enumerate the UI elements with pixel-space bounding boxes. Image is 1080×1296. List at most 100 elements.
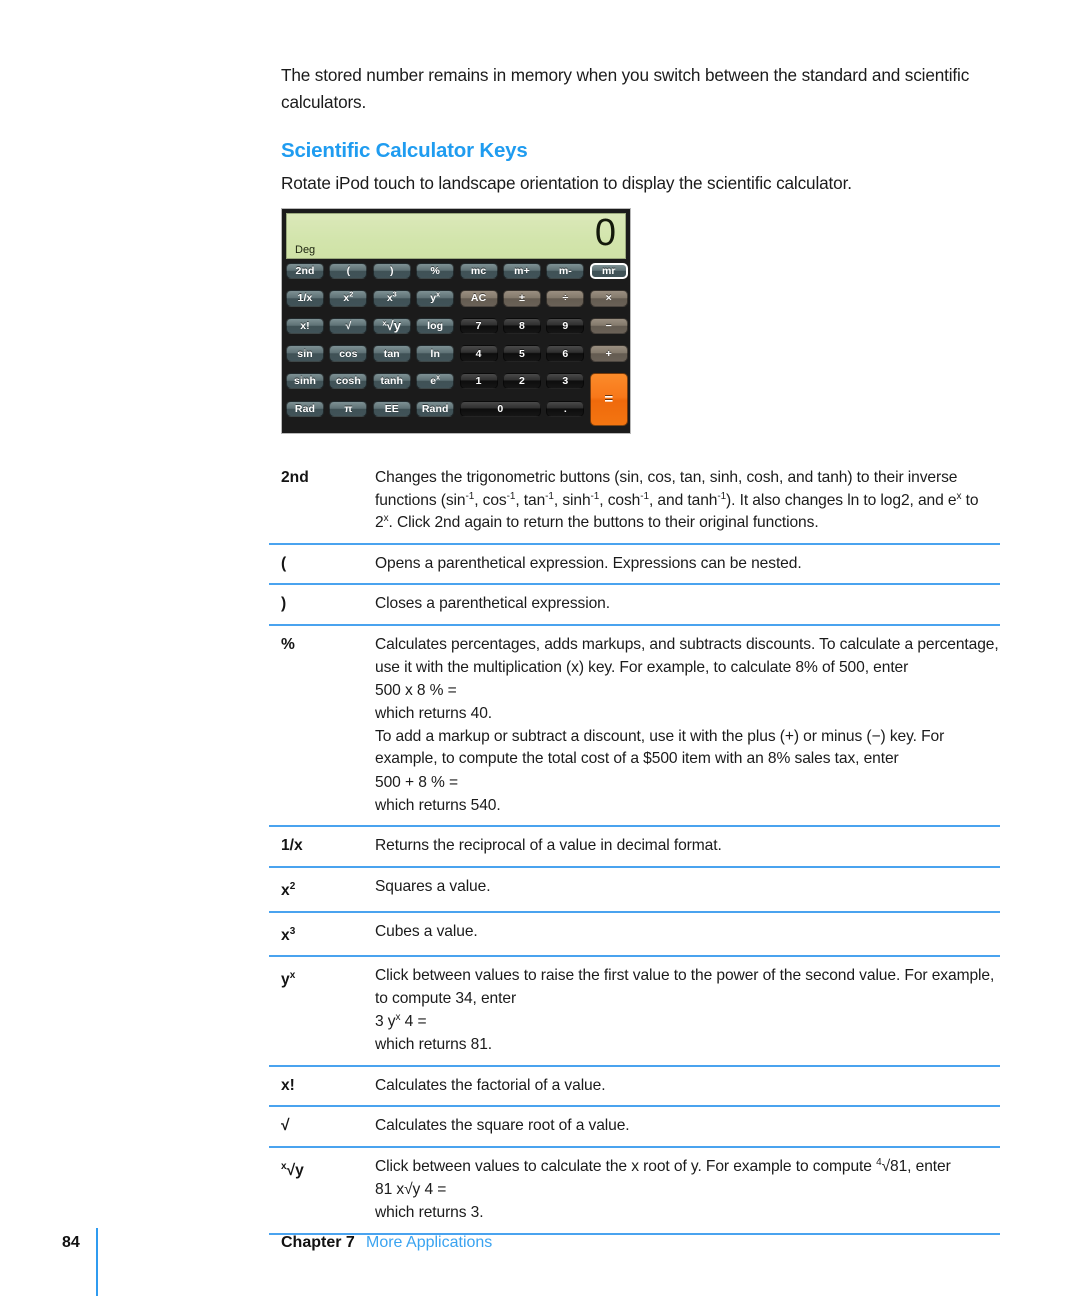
key-description-cell: Returns the reciprocal of a value in dec…: [375, 835, 1000, 858]
key-description-cell: Cubes a value.: [375, 921, 1000, 948]
scientific-calculator-figure: Deg 0 2nd ()% mc m+ m-mr 1/x x2 x3 yx AC ± ÷ × x! √ x√y…: [281, 208, 631, 434]
description-paragraph: Changes the trigonometric buttons (sin, …: [375, 469, 979, 532]
calc-key-[interactable]: .: [546, 400, 585, 417]
description-paragraph: which returns 540.: [375, 796, 501, 814]
key-label-cell: ): [281, 595, 287, 613]
table-row: (Opens a parenthetical expression. Expre…: [269, 542, 1000, 584]
calc-key-mc[interactable]: mc: [459, 262, 498, 279]
calc-key-log[interactable]: log: [416, 317, 455, 335]
calc-key-ex[interactable]: ex: [416, 372, 455, 390]
intro-paragraph: The stored number remains in memory when…: [281, 65, 970, 112]
calc-key-0[interactable]: 0: [459, 400, 541, 417]
calculator-display: Deg 0: [286, 213, 626, 259]
table-row: x√y Click between values to calculate the…: [269, 1145, 1000, 1235]
key-description-cell: Calculates percentages, adds markups, an…: [375, 634, 1000, 817]
calc-key-9[interactable]: 9: [546, 317, 585, 335]
key-label-cell: x3: [281, 925, 296, 944]
key-description-cell: Closes a parenthetical expression.: [375, 593, 1000, 616]
key-label-cell: 1/x: [281, 837, 303, 855]
document-page: The stored number remains in memory when…: [0, 0, 1080, 1296]
description-paragraph: 500 x 8 % =: [375, 681, 457, 699]
calc-key-Rand[interactable]: Rand: [416, 400, 455, 417]
table-row: 2nd Changes the trigonometric buttons (si…: [269, 459, 1000, 543]
calc-key-Rad[interactable]: Rad: [286, 400, 324, 417]
angle-mode-label: Deg: [295, 244, 316, 256]
calc-key-x[interactable]: x!: [286, 317, 324, 335]
calculator-keypad: 2nd ()% mc m+ m-mr 1/x x2 x3 yx AC ± ÷ × x! √ x√y log 7 8 9…: [286, 262, 628, 429]
calc-key-7[interactable]: 7: [459, 317, 498, 335]
calc-key-8[interactable]: 8: [503, 317, 541, 335]
calc-key-1x[interactable]: 1/x: [286, 290, 324, 307]
key-description-cell: Opens a parenthetical expression. Expres…: [375, 553, 1000, 576]
calc-key-[interactable]: ÷: [546, 290, 585, 307]
key-description-cell: Calculates the factorial of a value.: [375, 1075, 1000, 1098]
calc-key-4[interactable]: 4: [459, 345, 498, 362]
calc-key-3[interactable]: 3: [546, 372, 585, 390]
calc-key-[interactable]: =: [589, 372, 628, 427]
calc-key-tan[interactable]: tan: [372, 345, 411, 362]
calc-key-xy[interactable]: x√y: [372, 317, 411, 335]
calc-key-6[interactable]: 6: [546, 345, 585, 362]
calc-key-m[interactable]: m+: [503, 262, 541, 279]
page-title: Scientific Calculator Keys: [281, 139, 528, 162]
key-label-cell: x√y: [281, 1160, 304, 1179]
key-description-cell: Click between values to calculate the x …: [375, 1156, 1000, 1225]
chapter-title-link[interactable]: More Applications: [366, 1234, 492, 1252]
calc-key-1[interactable]: 1: [459, 372, 498, 390]
calc-key-[interactable]: √: [329, 317, 368, 335]
description-paragraph: Calculates percentages, adds markups, an…: [375, 635, 999, 676]
key-label-cell: x2: [281, 880, 296, 899]
description-paragraph: Calculates the square root of a value.: [375, 1117, 630, 1135]
description-paragraph: which returns 3.: [375, 1203, 484, 1221]
description-paragraph: which returns 40.: [375, 704, 493, 722]
calc-key-cos[interactable]: cos: [329, 345, 368, 362]
calc-key-[interactable]: π: [329, 400, 368, 417]
description-paragraph: 3 yx 4 =: [375, 1011, 427, 1030]
description-paragraph: 500 + 8 % =: [375, 773, 458, 791]
page-number: 84: [62, 1234, 80, 1251]
calc-key-[interactable]: ): [372, 262, 411, 279]
table-row: yx Click between values to raise the firs…: [269, 955, 1000, 1064]
key-label-cell: 2nd: [281, 469, 309, 486]
description-paragraph: Closes a parenthetical expression.: [375, 595, 610, 613]
description-paragraph: 81 x√y 4 =: [375, 1180, 447, 1198]
description-paragraph: Click between values to calculate the x …: [375, 1156, 951, 1175]
calc-key-ln[interactable]: ln: [416, 345, 455, 362]
calc-key-[interactable]: (: [329, 262, 368, 279]
description-paragraph: Squares a value.: [375, 877, 491, 895]
calc-key-2nd[interactable]: 2nd: [286, 262, 324, 279]
description-paragraph: To add a markup or subtract a discount, …: [375, 727, 945, 768]
description-paragraph: Cubes a value.: [375, 922, 478, 940]
calc-key-sin[interactable]: sin: [286, 345, 324, 362]
calc-key-sinh[interactable]: sinh: [286, 372, 324, 390]
key-description-cell: Changes the trigonometric buttons (sin, …: [375, 467, 1000, 535]
calc-key-mr[interactable]: mr: [589, 262, 628, 279]
key-description-cell: Squares a value.: [375, 876, 1000, 903]
calc-key-[interactable]: ±: [503, 290, 541, 307]
calc-key-tanh[interactable]: tanh: [372, 372, 411, 390]
calc-key-5[interactable]: 5: [503, 345, 541, 362]
display-value: 0: [594, 213, 616, 254]
table-row: x2 Squares a value.: [269, 865, 1000, 911]
key-label-cell: %: [281, 635, 295, 653]
calc-key-[interactable]: −: [589, 317, 628, 335]
calc-key-[interactable]: +: [589, 345, 628, 362]
calc-key-x2[interactable]: x2: [329, 290, 368, 307]
calc-key-AC[interactable]: AC: [459, 290, 498, 307]
calc-key-yx[interactable]: yx: [416, 290, 455, 307]
calc-key-2[interactable]: 2: [503, 372, 541, 390]
calc-key-m[interactable]: m-: [546, 262, 585, 279]
footer-rule: [96, 1228, 98, 1296]
calc-key-[interactable]: ×: [589, 290, 628, 307]
calc-key-EE[interactable]: EE: [372, 400, 411, 417]
key-label-cell: yx: [281, 970, 296, 989]
key-label-cell: x!: [281, 1076, 295, 1094]
calc-key-cosh[interactable]: cosh: [329, 372, 368, 390]
calc-key-x3[interactable]: x3: [372, 290, 411, 307]
table-row: x! Calculates the factorial of a value.: [269, 1064, 1000, 1106]
description-paragraph: Calculates the factorial of a value.: [375, 1076, 606, 1094]
key-description-cell: Click between values to raise the first …: [375, 965, 1000, 1056]
calc-key-[interactable]: %: [416, 262, 455, 279]
description-paragraph: Click between values to raise the first …: [375, 967, 995, 1007]
table-row: x3 Cubes a value.: [269, 910, 1000, 956]
